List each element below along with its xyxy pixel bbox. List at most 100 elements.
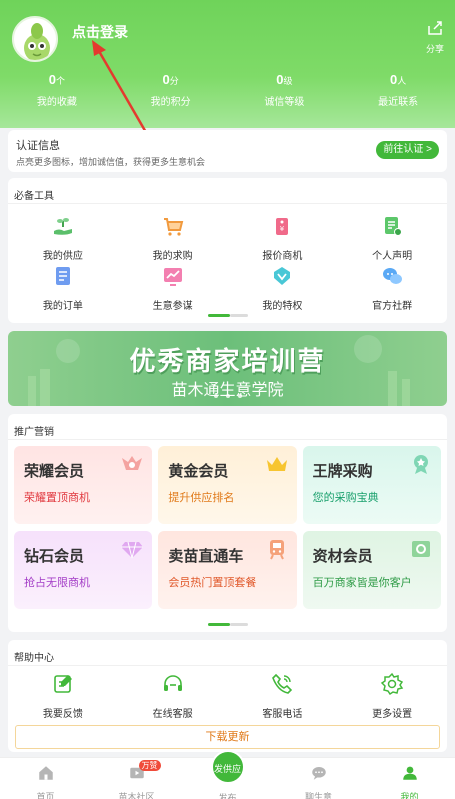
promo-diamond-member[interactable]: 钻石会员 抢占无限商机 [14,531,153,609]
svg-text:¥: ¥ [280,225,285,233]
promo-honor-member[interactable]: 荣耀会员 荣耀置顶商机 [14,446,153,524]
promo-direct-train[interactable]: 卖苗直通车 会员热门置顶套餐 [158,531,297,609]
help-center-section: 帮助中心 我要反馈 在线客服 客服电话 更多设置 下载更新 [8,640,447,752]
tab-home[interactable]: 首页 [0,758,91,799]
wings-badge-icon [122,456,143,470]
help-feedback[interactable]: 我要反馈 [8,672,118,720]
promo-subtitle: 抢占无限商机 [24,577,90,589]
tab-label: 苗木社区 [118,792,155,799]
tool-label: 生意参谋 [152,301,193,312]
promotion-pager [207,623,248,626]
bottom-tab-bar: 首页 苗木社区 万赞 发供应 发布 聊生意 我的 [0,750,455,799]
promo-materials-member[interactable]: 资材会员 百万商家皆是你客户 [302,531,441,609]
tool-my-purchase[interactable]: 我的求购 [118,214,228,262]
go-certify-button[interactable]: 前往认证 > [376,141,439,159]
tab-mine[interactable]: 我的 [364,758,455,799]
promo-subtitle: 您的采购宝典 [312,492,379,504]
phone-icon [272,673,293,694]
tab-chat-business[interactable]: 聊生意 [273,758,364,799]
price-tag-icon: ¥ [276,218,289,235]
promo-subtitle: 百万商家皆是你客户 [312,577,412,589]
train-icon [269,540,284,560]
cart-icon [163,218,183,236]
stat-recent-contacts[interactable]: 0人 最近联系 [341,72,455,108]
tools-row-1: 我的供应 我的求购 ¥ 报价商机 个人声明 [8,214,447,262]
tab-label: 首页 [36,792,55,799]
gear-icon [380,672,404,696]
tool-official-community[interactable]: 官方社群 [337,264,447,312]
crown-icon [266,457,287,471]
medal-icon [413,455,428,474]
cert-description: 点亮更多图标，增加诚信值，获得更多生意机会 [16,157,206,167]
stat-label: 我的积分 [150,97,191,108]
section-title: 必备工具 [14,191,54,202]
feedback-icon [54,675,72,693]
tab-community[interactable]: 苗木社区 万赞 [91,758,182,799]
diamond-icon [121,541,144,559]
stat-value: 0 [162,72,170,87]
share-button[interactable]: 分享 [423,20,447,55]
stat-credit-level[interactable]: 0级 诚信等级 [228,72,342,108]
share-icon [428,21,442,35]
help-label: 更多设置 [372,709,413,720]
promo-subtitle: 提升供应排名 [168,492,235,504]
divider [8,203,447,204]
publish-supply-button[interactable]: 发供应 [210,750,245,784]
help-label: 在线客服 [152,709,193,720]
hand-seedling-icon [53,218,72,235]
profile-header: 点击登录 分享 0个 我的收藏 0分 我的积分 0级 诚信等级 0人 最近联系 [0,0,455,161]
tool-label: 官方社群 [372,301,413,312]
stat-favorites[interactable]: 0个 我的收藏 [0,72,114,108]
tool-my-privileges[interactable]: 我的特权 [228,264,338,312]
banner-pager [213,394,242,398]
headset-icon [163,675,182,691]
stat-label: 最近联系 [378,97,419,108]
tool-label: 我的供应 [42,251,83,262]
tab-label: 聊生意 [304,792,332,799]
tool-my-supply[interactable]: 我的供应 [8,214,118,262]
certification-card: 认证信息 点亮更多图标，增加诚信值，获得更多生意机会 前往认证 > [8,130,447,172]
help-more-settings[interactable]: 更多设置 [337,672,447,720]
message-icon [311,767,326,780]
promo-subtitle: 荣耀置顶商机 [24,492,90,504]
chat-group-icon [383,268,403,284]
help-online-service[interactable]: 在线客服 [118,672,228,720]
divider [8,665,447,666]
share-label: 分享 [425,44,444,54]
home-icon [38,766,53,780]
tool-label: 我的求购 [152,251,193,262]
promo-ace-purchase[interactable]: 王牌采购 您的采购宝典 [302,446,441,524]
materials-box-icon [411,541,430,557]
help-service-phone[interactable]: 客服电话 [228,672,338,720]
tool-label: 我的特权 [262,301,303,312]
promo-gold-member[interactable]: 黄金会员 提升供应排名 [158,446,297,524]
stat-label: 我的收藏 [36,97,77,108]
stat-value: 0 [48,72,56,87]
trend-chart-icon [163,268,182,286]
tool-label: 个人声明 [372,251,413,262]
tool-business-advisor[interactable]: 生意参谋 [118,264,228,312]
divider [8,439,447,440]
tool-label: 报价商机 [262,251,303,262]
download-update-button[interactable]: 下载更新 [15,725,440,749]
user-icon [402,766,417,780]
document-icon [385,217,403,236]
promotion-grid: 荣耀会员 荣耀置顶商机 黄金会员 提升供应排名 王牌采购 您的采购宝典 钻石会员… [14,446,441,609]
help-label: 我要反馈 [42,709,83,720]
training-banner[interactable]: 优秀商家培训营 苗木通生意学院 [8,331,447,406]
stat-points[interactable]: 0分 我的积分 [114,72,228,108]
section-title: 帮助中心 [14,653,54,664]
tool-personal-statement[interactable]: 个人声明 [337,214,447,262]
help-label: 客服电话 [262,709,303,720]
cert-title: 认证信息 [16,140,60,152]
tool-my-orders[interactable]: 我的订单 [8,264,118,312]
help-row: 我要反馈 在线客服 客服电话 更多设置 [8,672,447,720]
avatar[interactable] [12,16,58,62]
tab-label: 我的 [400,792,419,799]
tools-row-2: 我的订单 生意参谋 我的特权 官方社群 [8,264,447,312]
section-title: 推广营销 [14,427,54,438]
tab-publish[interactable]: 发供应 发布 [182,750,273,799]
tool-quote-opportunity[interactable]: ¥ 报价商机 [228,214,338,262]
promo-subtitle: 会员热门置顶套餐 [168,577,257,589]
stat-label: 诚信等级 [264,97,305,108]
